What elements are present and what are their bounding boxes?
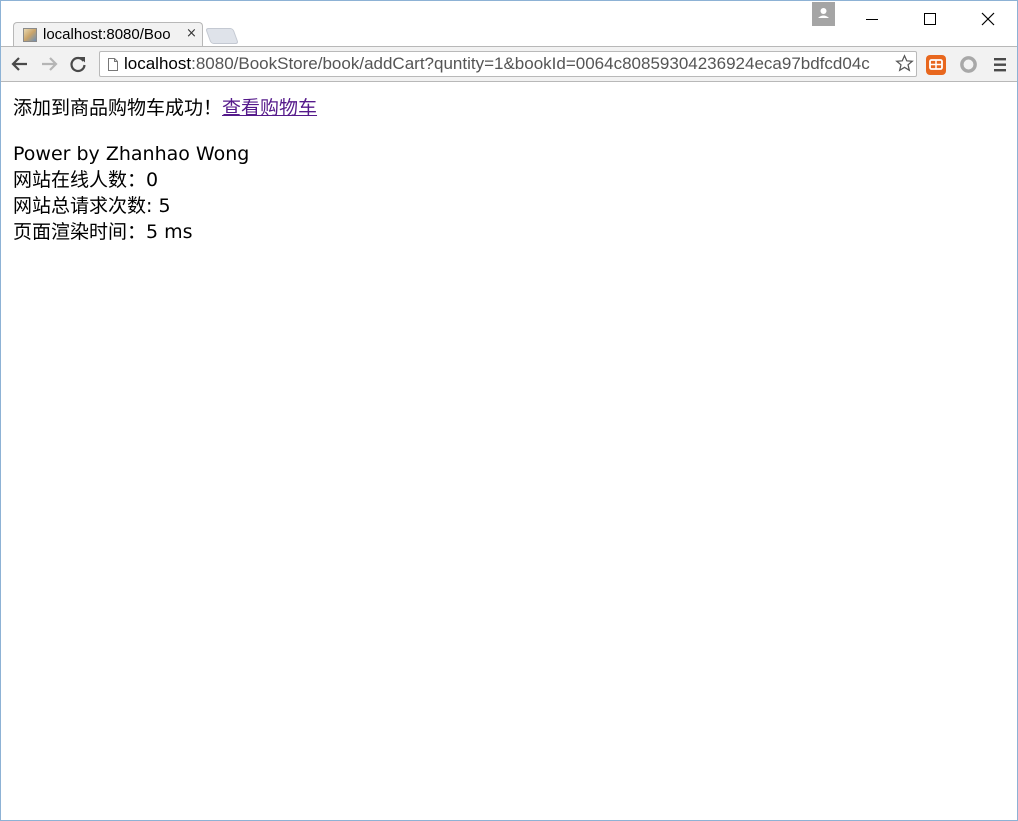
profile-icon[interactable] (812, 2, 835, 26)
browser-window: localhost:8080/Boo × localhost:8080/Book… (0, 0, 1018, 821)
extension-icon[interactable] (926, 55, 946, 79)
title-bar: localhost:8080/Boo × (1, 1, 1017, 46)
page-icon (107, 57, 119, 76)
maximize-button[interactable] (901, 1, 959, 37)
success-message-line: 添加到商品购物车成功！查看购物车 (13, 95, 317, 121)
online-users-count: 网站在线人数：0 (13, 169, 159, 191)
tab-close-icon[interactable]: × (186, 26, 197, 41)
render-time: 页面渲染时间：5 ms (13, 221, 193, 243)
success-message: 添加到商品购物车成功！ (13, 97, 223, 119)
page-content: 添加到商品购物车成功！查看购物车 Power by Zhanhao Wong 网… (13, 95, 317, 245)
new-tab-button[interactable] (205, 28, 239, 44)
address-bar[interactable]: localhost:8080/BookStore/book/addCart?qu… (99, 51, 917, 77)
minimize-button[interactable] (843, 1, 901, 37)
url-text[interactable]: localhost:8080/BookStore/book/addCart?qu… (124, 54, 890, 74)
browser-toolbar: localhost:8080/BookStore/book/addCart?qu… (1, 46, 1017, 82)
reload-icon[interactable] (67, 53, 89, 75)
star-icon[interactable] (895, 54, 914, 77)
powered-by: Power by Zhanhao Wong (13, 143, 250, 165)
url-path: :8080/BookStore/book/addCart?quntity=1&b… (191, 54, 870, 73)
tab-title: localhost:8080/Boo (43, 26, 171, 43)
browser-tab[interactable]: localhost:8080/Boo × (13, 22, 203, 46)
circle-extension-icon[interactable] (959, 55, 978, 78)
menu-icon[interactable] (991, 56, 1009, 78)
book-favicon-icon (23, 28, 37, 42)
close-window-button[interactable] (959, 1, 1017, 37)
forward-arrow-icon[interactable] (38, 53, 60, 75)
total-requests-count: 网站总请求次数: 5 (13, 195, 171, 217)
url-host: localhost (124, 54, 192, 73)
back-arrow-icon[interactable] (9, 53, 31, 75)
view-cart-link[interactable]: 查看购物车 (222, 97, 317, 119)
